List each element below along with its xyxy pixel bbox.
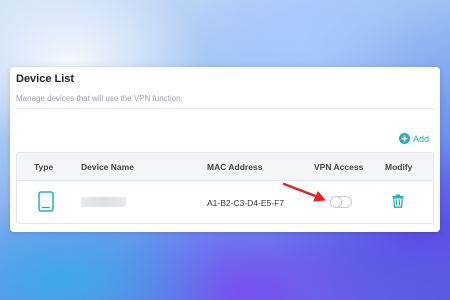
table-row: A1-B2-C3-D4-E5-F7 [17,181,433,223]
header-device-name: Device Name [81,162,134,172]
vpn-access-toggle[interactable] [330,196,352,208]
red-arrow-icon [282,182,326,202]
mac-address: A1-B2-C3-D4-E5-F7 [207,198,284,208]
header-modify: Modify [385,162,413,172]
device-name-redacted [81,197,126,207]
header-type: Type [34,162,54,172]
trash-icon[interactable] [392,194,404,208]
add-device-button[interactable]: Add [398,133,429,144]
add-label: Add [412,133,429,144]
panel-description: Manage devices that will use the VPN fun… [16,94,183,103]
device-table: Type Device Name MAC Address VPN Access … [16,152,434,224]
header-vpn-access: VPN Access [314,162,364,172]
header-mac-address: MAC Address [207,162,263,172]
panel-title: Device List [16,73,75,85]
table-header: Type Device Name MAC Address VPN Access … [17,153,433,181]
toggle-knob [331,197,341,207]
device-list-panel: Device List Manage devices that will use… [10,67,440,232]
tablet-icon [38,191,54,212]
divider [16,108,434,109]
plus-circle-icon [398,133,410,144]
